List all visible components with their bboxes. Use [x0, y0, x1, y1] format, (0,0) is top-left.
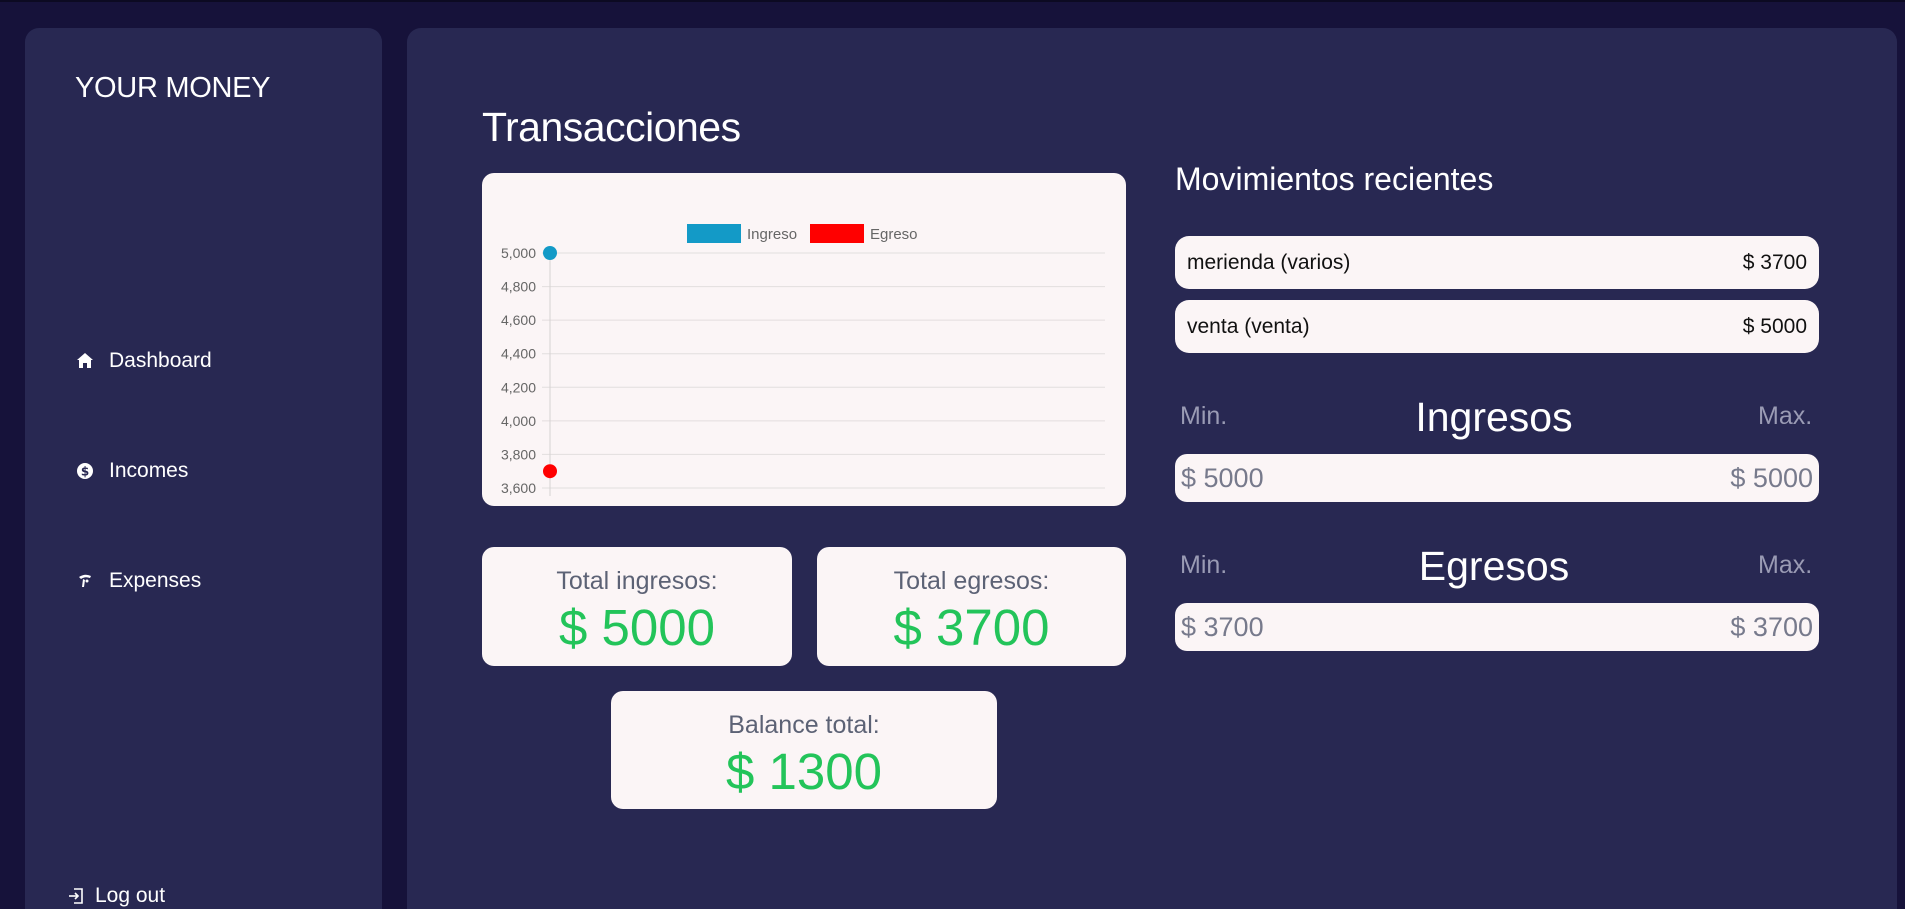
logout-label: Log out [95, 884, 166, 907]
expenses-range-title: Egresos [1418, 543, 1570, 589]
sidebar-item-label: Expenses [109, 569, 202, 592]
sidebar: YOUR MONEY Dashboard $ Incomes Expenses … [25, 28, 382, 909]
page-title: Transacciones [482, 104, 741, 150]
legend-label: Ingreso [747, 226, 797, 243]
logout-icon [69, 888, 83, 904]
data-point [543, 246, 557, 260]
list-item: merienda (varios) $ 3700 [1175, 236, 1819, 289]
window-top-border [0, 0, 1905, 2]
brand-title: YOUR MONEY [75, 72, 271, 104]
sidebar-item-incomes[interactable]: $ Incomes [75, 459, 188, 483]
dollar-circle-icon: $ [77, 463, 93, 479]
movement-amount: $ 3700 [1742, 250, 1807, 274]
incomes-range-title: Ingresos [1415, 394, 1573, 440]
legend-label: Egreso [870, 226, 918, 243]
incomes-max-value: $ 5000 [1730, 462, 1813, 493]
incomes-max-label: Max. [1758, 402, 1813, 430]
balance-value: $ 1300 [726, 743, 882, 800]
balance-card: Balance total: $ 1300 [611, 691, 997, 809]
total-expenses-value: $ 3700 [893, 599, 1050, 656]
y-tick-label: 3,800 [501, 446, 536, 462]
money-hand-icon [79, 574, 91, 587]
total-incomes-label: Total ingresos: [556, 567, 718, 595]
total-incomes-value: $ 5000 [559, 599, 715, 656]
y-tick-label: 5,000 [501, 245, 536, 261]
legend-swatch [810, 224, 864, 243]
movement-name: venta (venta) [1187, 314, 1310, 338]
incomes-min-value: $ 5000 [1181, 462, 1264, 493]
expenses-max-value: $ 3700 [1730, 611, 1813, 642]
transactions-chart-card: 5,000 4,800 4,600 4,400 4,200 4,000 3,800 3,600… [482, 173, 1126, 506]
total-expenses-card: Total egresos: $ 3700 [817, 547, 1126, 666]
sidebar-item-dashboard[interactable]: Dashboard [75, 349, 212, 373]
sidebar-item-expenses[interactable]: Expenses [75, 569, 201, 593]
sidebar-item-label: Dashboard [109, 349, 212, 372]
sidebar-item-label: Incomes [109, 459, 189, 482]
incomes-range-box: $ 5000 $ 5000 [1175, 454, 1819, 502]
main-panel: Transacciones 5,000 4,800 4,600 4,400 4,200 4… [407, 28, 1897, 909]
transactions-chart: 5,000 4,800 4,600 4,400 4,200 4,000 3,800 3,600… [501, 224, 1105, 506]
expenses-range-box: $ 3700 $ 3700 [1175, 603, 1819, 651]
x-tick-label: 15/06/2023 [515, 503, 585, 506]
list-item: venta (venta) $ 5000 [1175, 300, 1819, 353]
logout-button[interactable]: Log out [67, 884, 165, 908]
expenses-min-value: $ 3700 [1181, 611, 1264, 642]
movement-name: merienda (varios) [1187, 250, 1351, 274]
y-tick-label: 4,400 [501, 346, 536, 362]
y-tick-label: 4,800 [501, 279, 536, 295]
y-tick-label: 3,600 [501, 480, 536, 496]
data-point [543, 464, 557, 479]
expenses-min-label: Min. [1180, 551, 1228, 579]
y-tick-label: 4,600 [501, 312, 536, 328]
home-icon [77, 353, 93, 368]
total-expenses-label: Total egresos: [893, 567, 1050, 595]
incomes-min-label: Min. [1180, 402, 1228, 430]
y-tick-label: 4,000 [501, 413, 536, 429]
total-incomes-card: Total ingresos: $ 5000 [482, 547, 792, 666]
recent-movements-title: Movimientos recientes [1175, 161, 1494, 197]
svg-text:$: $ [81, 465, 89, 479]
legend-swatch [687, 224, 741, 243]
expenses-max-label: Max. [1758, 551, 1813, 579]
movement-amount: $ 5000 [1742, 314, 1807, 338]
y-tick-label: 4,200 [501, 379, 536, 395]
balance-label: Balance total: [728, 711, 880, 739]
